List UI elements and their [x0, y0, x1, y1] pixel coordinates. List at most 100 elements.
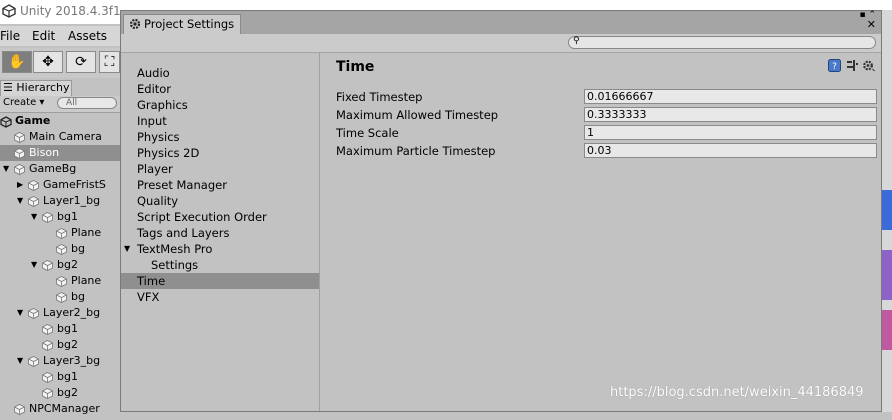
- hierarchy-tab[interactable]: ☰ Hierarchy: [0, 80, 72, 96]
- hierarchy-item[interactable]: ▼ bg1: [0, 209, 120, 225]
- expand-arrow-icon[interactable]: ▼: [31, 257, 37, 273]
- hierarchy-toolbar: Create ▾ All: [0, 96, 120, 113]
- hierarchy-item-label: GameBg: [29, 162, 77, 175]
- expand-arrow-icon[interactable]: ▼: [17, 305, 23, 321]
- settings-search-row: ⚲: [121, 34, 881, 53]
- expand-arrow-icon[interactable]: ▼: [17, 353, 23, 369]
- property-row: Maximum Allowed Timestep 0.3333333: [336, 107, 877, 123]
- hierarchy-item[interactable]: ▼ bg2: [0, 257, 120, 273]
- gameobject-cube-icon: [28, 356, 39, 367]
- property-value-field[interactable]: 0.01666667: [584, 89, 877, 104]
- settings-nav-item[interactable]: VFX: [121, 289, 319, 305]
- gameobject-cube-icon: [28, 180, 39, 191]
- hierarchy-item[interactable]: ▼ Layer3_bg: [0, 353, 120, 369]
- hierarchy-item[interactable]: bg: [0, 241, 120, 257]
- settings-nav-item[interactable]: Audio: [121, 65, 319, 81]
- settings-nav-label: TextMesh Pro: [137, 242, 213, 256]
- settings-search-input[interactable]: ⚲: [568, 36, 876, 49]
- hand-tool-button[interactable]: ✋: [2, 51, 32, 73]
- hierarchy-item[interactable]: ▼ Layer1_bg: [0, 193, 120, 209]
- settings-nav-label: Settings: [151, 258, 199, 272]
- property-row: Time Scale 1: [336, 125, 877, 141]
- hierarchy-item-label: bg2: [57, 258, 78, 271]
- window-tab-row: Project Settings ▪ ⌃ ✕: [121, 11, 881, 34]
- unity-logo-icon: [2, 4, 16, 18]
- rotate-tool-button[interactable]: ⟳: [66, 51, 96, 73]
- hierarchy-item[interactable]: Plane: [0, 225, 120, 241]
- gameobject-cube-icon: [42, 340, 53, 351]
- settings-nav-item[interactable]: Tags and Layers: [121, 225, 319, 241]
- hierarchy-item[interactable]: Bison: [0, 145, 120, 161]
- hierarchy-item[interactable]: bg1: [0, 321, 120, 337]
- property-label: Time Scale: [336, 126, 399, 140]
- gameobject-cube-icon: [14, 404, 25, 415]
- settings-nav-item[interactable]: Graphics: [121, 97, 319, 113]
- expand-arrow-icon[interactable]: ▼: [31, 209, 37, 225]
- window-close-icon[interactable]: ✕: [859, 19, 876, 30]
- project-settings-tab-label: Project Settings: [144, 17, 235, 31]
- hierarchy-item[interactable]: Plane: [0, 273, 120, 289]
- property-label: Maximum Particle Timestep: [336, 144, 496, 158]
- expand-arrow-icon[interactable]: ▼: [3, 161, 9, 177]
- svg-text:?: ?: [832, 62, 837, 72]
- settings-nav-item[interactable]: Settings: [121, 257, 319, 273]
- settings-nav-item[interactable]: ▼ TextMesh Pro: [121, 241, 319, 257]
- create-dropdown[interactable]: Create ▾: [3, 97, 44, 108]
- gameobject-cube-icon: [42, 324, 53, 335]
- property-row: Maximum Particle Timestep 0.03: [336, 143, 877, 159]
- scale-tool-button[interactable]: ⛶: [99, 51, 120, 73]
- settings-nav-label: Time: [137, 274, 166, 288]
- menu-edit[interactable]: Edit: [32, 29, 55, 43]
- hierarchy-item[interactable]: ▼ GameBg: [0, 161, 120, 177]
- settings-nav-item[interactable]: Input: [121, 113, 319, 129]
- hierarchy-item-label: bg1: [57, 370, 78, 383]
- hierarchy-item[interactable]: ▼ Layer2_bg: [0, 305, 120, 321]
- menu-file[interactable]: File: [0, 29, 20, 43]
- settings-gear-icon[interactable]: [862, 59, 875, 72]
- menu-bar: File Edit Assets: [0, 26, 120, 46]
- section-header-icons: ?: [828, 59, 878, 73]
- collapse-arrow-icon[interactable]: ▶: [17, 177, 23, 193]
- hierarchy-item[interactable]: bg2: [0, 337, 120, 353]
- hierarchy-item-label: bg2: [57, 386, 78, 399]
- property-value-field[interactable]: 1: [584, 125, 877, 140]
- settings-nav-label: Graphics: [137, 98, 188, 112]
- settings-nav-label: Input: [137, 114, 167, 128]
- move-tool-button[interactable]: ✥: [33, 51, 63, 73]
- settings-nav-label: Editor: [137, 82, 172, 96]
- expand-arrow-icon[interactable]: ▼: [124, 241, 130, 257]
- project-settings-tab[interactable]: Project Settings: [123, 14, 241, 34]
- hierarchy-item[interactable]: ▼Game: [0, 113, 120, 129]
- hierarchy-item-label: Layer2_bg: [43, 306, 101, 319]
- property-value-field[interactable]: 0.03: [584, 143, 877, 158]
- settings-nav-label: Physics: [137, 130, 180, 144]
- help-icon[interactable]: ?: [828, 59, 841, 72]
- hierarchy-item-label: Layer1_bg: [43, 194, 101, 207]
- property-row: Fixed Timestep 0.01666667: [336, 89, 877, 105]
- property-value-field[interactable]: 0.3333333: [584, 107, 877, 122]
- gameobject-cube-icon: [56, 228, 67, 239]
- hierarchy-item[interactable]: NPCManager: [0, 401, 120, 417]
- hierarchy-item[interactable]: ▶ GameFristS: [0, 177, 120, 193]
- settings-nav-item[interactable]: Player: [121, 161, 319, 177]
- hierarchy-item[interactable]: bg: [0, 289, 120, 305]
- hierarchy-item[interactable]: bg1: [0, 369, 120, 385]
- hierarchy-item-label: Plane: [71, 274, 102, 287]
- settings-nav-item[interactable]: Physics 2D: [121, 145, 319, 161]
- settings-nav-item[interactable]: Editor: [121, 81, 319, 97]
- menu-assets[interactable]: Assets: [68, 29, 107, 43]
- scene-graphic: [882, 190, 892, 230]
- hierarchy-item[interactable]: Main Camera: [0, 129, 120, 145]
- hierarchy-search-input[interactable]: All: [57, 97, 117, 109]
- expand-arrow-icon[interactable]: ▼: [17, 193, 23, 209]
- settings-nav-item[interactable]: Time: [121, 273, 319, 289]
- settings-nav-item[interactable]: Quality: [121, 193, 319, 209]
- settings-nav-item[interactable]: Physics: [121, 129, 319, 145]
- hierarchy-item[interactable]: bg2: [0, 385, 120, 401]
- settings-nav-label: Quality: [137, 194, 179, 208]
- preset-icon[interactable]: [846, 59, 859, 72]
- settings-nav-item[interactable]: Preset Manager: [121, 177, 319, 193]
- settings-nav-item[interactable]: Script Execution Order: [121, 209, 319, 225]
- hierarchy-item-label: Bison: [29, 146, 60, 159]
- gameobject-cube-icon: [14, 132, 25, 143]
